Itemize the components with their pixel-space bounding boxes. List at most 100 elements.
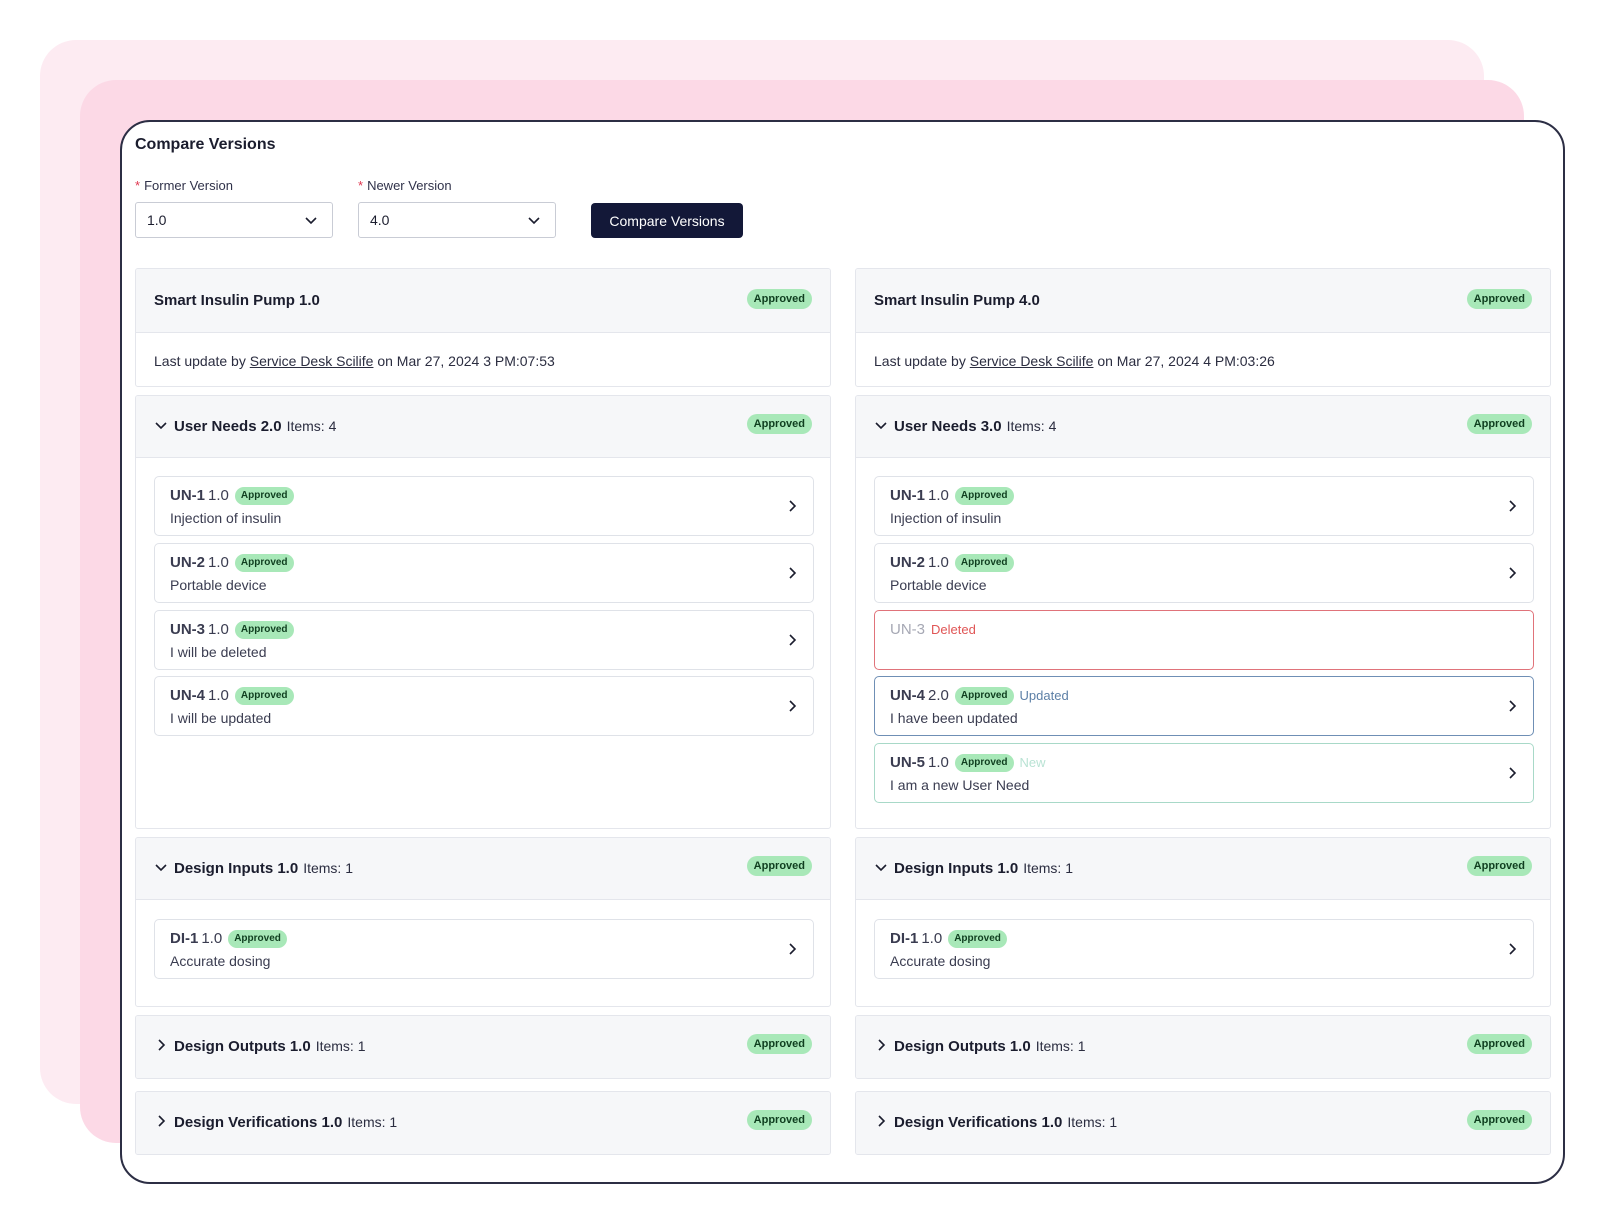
- chevron-right-icon: [1509, 700, 1517, 712]
- update-timestamp: on Mar 27, 2024 4 PM:03:26: [1097, 353, 1275, 369]
- newer-version-select[interactable]: 4.0: [358, 202, 556, 238]
- section-user-needs: User Needs 3.0 Items: 4 Approved UN-1 1.0 A…: [855, 395, 1551, 829]
- item-description: Accurate dosing: [890, 953, 991, 969]
- status-badge: Approved: [746, 1034, 812, 1054]
- former-version-select[interactable]: 1.0: [135, 202, 333, 238]
- item-code: UN-3: [170, 621, 206, 638]
- chevron-down-icon: [155, 864, 167, 872]
- list-item[interactable]: DI-1 1.0 Approved Accurate dosing: [154, 919, 814, 979]
- section-header[interactable]: Design Verifications 1.0 Items: 1 Approve…: [136, 1092, 830, 1154]
- item-code: UN-5: [890, 754, 926, 771]
- status-badge: Approved: [746, 856, 812, 876]
- status-badge: Approved: [1466, 289, 1532, 309]
- section-header[interactable]: User Needs 2.0 Items: 4 Approved: [136, 396, 830, 458]
- section-title: User Needs 3.0: [894, 418, 1002, 435]
- item-version: 1.0: [208, 554, 229, 571]
- section-title: Design Verifications 1.0: [894, 1114, 1063, 1131]
- update-user-link[interactable]: Service Desk Scilife: [970, 353, 1094, 369]
- item-description: I am a new User Need: [890, 777, 1030, 793]
- section-header[interactable]: Design Inputs 1.0 Items: 1 Approved: [136, 838, 830, 900]
- status-badge: Approved: [228, 930, 287, 948]
- chevron-right-icon: [1509, 500, 1517, 512]
- former-version-value: 1.0: [147, 212, 167, 228]
- section-title: Design Inputs 1.0: [174, 860, 299, 877]
- item-code: UN-4: [890, 687, 926, 704]
- update-prefix: Last update by: [874, 353, 966, 369]
- status-badge: Approved: [1466, 1034, 1532, 1054]
- status-badge: Approved: [954, 754, 1014, 772]
- list-item[interactable]: UN-1 1.0 Approved Injection of insulin: [874, 476, 1534, 536]
- newer-version-value: 4.0: [370, 212, 390, 228]
- compare-versions-button[interactable]: Compare Versions: [591, 203, 743, 238]
- document-header: Smart Insulin Pump 4.0 Approved: [856, 269, 1550, 333]
- deleted-list-item: UN-3 Deleted: [874, 610, 1534, 670]
- item-version: 1.0: [928, 487, 949, 504]
- document-panel: Smart Insulin Pump 1.0 Approved Last upd…: [135, 268, 831, 387]
- item-description: Accurate dosing: [170, 953, 271, 969]
- new-list-item[interactable]: UN-5 1.0 Approved New I am a new User Need: [874, 743, 1534, 803]
- document-title: Smart Insulin Pump 4.0: [874, 292, 1040, 309]
- section-design-verifications: Design Verifications 1.0 Items: 1 Approve…: [855, 1091, 1551, 1155]
- section-design-verifications: Design Verifications 1.0 Items: 1 Approve…: [135, 1091, 831, 1155]
- compare-versions-card: Compare Versions * Former Version 1.0 * Ne…: [120, 120, 1565, 1184]
- chevron-down-icon: [875, 864, 887, 872]
- section-count: Items: 1: [315, 1038, 366, 1054]
- section-title: Design Outputs 1.0: [894, 1038, 1031, 1055]
- item-description: Injection of insulin: [170, 510, 282, 526]
- section-header[interactable]: Design Outputs 1.0 Items: 1 Approved: [136, 1016, 830, 1078]
- status-badge: Approved: [234, 621, 294, 639]
- status-badge: Approved: [954, 687, 1014, 705]
- updated-list-item[interactable]: UN-4 2.0 Approved Updated I have been updat…: [874, 676, 1534, 736]
- item-code: UN-3: [890, 621, 926, 638]
- list-item[interactable]: UN-4 1.0 Approved I will be updated: [154, 676, 814, 736]
- chevron-right-icon: [158, 1039, 166, 1051]
- chevron-right-icon: [1509, 767, 1517, 779]
- list-item[interactable]: UN-1 1.0 Approved Injection of insulin: [154, 476, 814, 536]
- section-count: Items: 4: [286, 418, 337, 434]
- list-item[interactable]: UN-2 1.0 Approved Portable device: [154, 543, 814, 603]
- chevron-down-icon: [528, 217, 540, 225]
- status-badge: Approved: [234, 487, 294, 505]
- former-version-label-text: Former Version: [144, 178, 233, 193]
- status-badge: Approved: [234, 554, 294, 572]
- item-code: UN-2: [890, 554, 926, 571]
- item-version: 1.0: [201, 930, 223, 947]
- item-code: UN-1: [890, 487, 926, 504]
- list-item[interactable]: UN-3 1.0 Approved I will be deleted: [154, 610, 814, 670]
- section-header[interactable]: Design Verifications 1.0 Items: 1 Approve…: [856, 1092, 1550, 1154]
- chevron-down-icon: [155, 422, 167, 430]
- section-header[interactable]: Design Outputs 1.0 Items: 1 Approved: [856, 1016, 1550, 1078]
- newer-version-label: * Newer Version: [358, 178, 452, 193]
- status-badge: Approved: [234, 687, 294, 705]
- chevron-right-icon: [1509, 567, 1517, 579]
- newer-version-label-text: Newer Version: [367, 178, 452, 193]
- section-design-outputs: Design Outputs 1.0 Items: 1 Approved: [135, 1015, 831, 1079]
- update-user-link[interactable]: Service Desk Scilife: [250, 353, 374, 369]
- item-code: UN-2: [170, 554, 206, 571]
- section-title: Design Outputs 1.0: [174, 1038, 311, 1055]
- item-version: 1.0: [928, 754, 949, 771]
- status-badge: Approved: [954, 554, 1014, 572]
- section-design-outputs: Design Outputs 1.0 Items: 1 Approved: [855, 1015, 1551, 1079]
- status-badge: Approved: [746, 1110, 812, 1130]
- chevron-down-icon: [875, 422, 887, 430]
- section-title: Design Inputs 1.0: [894, 860, 1019, 877]
- chevron-right-icon: [878, 1039, 886, 1051]
- status-badge: Approved: [954, 487, 1014, 505]
- chevron-right-icon: [789, 634, 797, 646]
- section-header[interactable]: Design Inputs 1.0 Items: 1 Approved: [856, 838, 1550, 900]
- chevron-right-icon: [789, 943, 797, 955]
- section-count: Items: 1: [1023, 860, 1073, 876]
- section-count: Items: 1: [1067, 1114, 1118, 1130]
- item-description: Injection of insulin: [890, 510, 1002, 526]
- updated-label: Updated: [1019, 688, 1069, 703]
- list-item[interactable]: DI-1 1.0 Approved Accurate dosing: [874, 919, 1534, 979]
- item-code: DI-1: [170, 930, 199, 947]
- section-header[interactable]: User Needs 3.0 Items: 4 Approved: [856, 396, 1550, 458]
- section-design-inputs: Design Inputs 1.0 Items: 1 Approved DI-1 1…: [855, 837, 1551, 1007]
- chevron-down-icon: [305, 217, 317, 225]
- section-count: Items: 1: [303, 860, 353, 876]
- list-item[interactable]: UN-2 1.0 Approved Portable device: [874, 543, 1534, 603]
- page-title: Compare Versions: [135, 136, 276, 153]
- item-version: 1.0: [208, 487, 229, 504]
